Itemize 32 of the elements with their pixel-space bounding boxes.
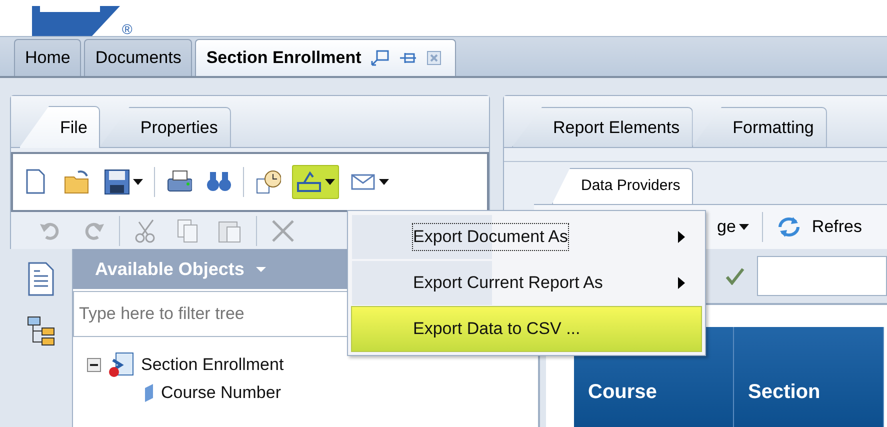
pin-icon (399, 51, 418, 65)
dimension-icon (143, 383, 155, 403)
logo-icon (32, 4, 120, 36)
tree-icon (27, 316, 55, 346)
checkmark-icon (725, 267, 745, 285)
ribbon-tab[interactable]: Report Elements (512, 107, 693, 147)
menu-item[interactable]: Export Data to CSV ... (351, 306, 702, 352)
refresh-icon (776, 215, 802, 239)
column-header: Section (734, 327, 884, 427)
delete-icon (270, 218, 296, 244)
close-icon (427, 51, 442, 65)
page-dropdown[interactable]: ge (714, 211, 752, 243)
document-list-icon (28, 262, 54, 296)
clock-document-icon (255, 169, 281, 195)
ribbon-tab[interactable]: Formatting (692, 107, 827, 147)
export-icon (296, 169, 322, 195)
formula-field[interactable] (757, 256, 887, 296)
tree-item[interactable]: Course Number (161, 380, 281, 406)
export-button[interactable] (292, 165, 339, 199)
document-tab[interactable]: Documents (84, 39, 192, 76)
float-icon (371, 50, 390, 66)
document-tab[interactable]: Section Enrollment (195, 39, 456, 76)
refresh-button[interactable]: Refres (772, 211, 865, 243)
folder-icon (64, 169, 90, 195)
tree-item[interactable]: Section Enrollment (141, 352, 284, 378)
ribbon-tab[interactable]: File (19, 106, 100, 148)
collapse-icon[interactable] (87, 358, 101, 372)
save-icon (104, 169, 130, 195)
ribbon-tab[interactable]: Properties (99, 107, 231, 147)
document-tab[interactable]: Home (14, 39, 82, 76)
registered-mark: ® (122, 22, 132, 36)
sub-tab[interactable]: Data Providers (552, 168, 694, 204)
